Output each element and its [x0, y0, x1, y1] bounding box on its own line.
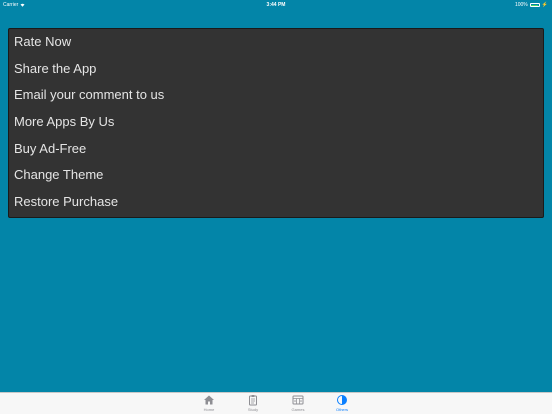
- tab-home-label: Home: [203, 407, 215, 412]
- menu-item-share-app[interactable]: Share the App: [14, 57, 96, 81]
- status-bar: Carrier 3:44 PM 100% ⚡: [0, 0, 552, 10]
- tab-others-label: Others: [335, 407, 348, 412]
- menu-item-rate-now[interactable]: Rate Now: [14, 30, 71, 54]
- tab-home[interactable]: Home: [194, 394, 224, 413]
- tab-games-label: Games: [291, 407, 305, 412]
- charging-icon: ⚡: [541, 2, 548, 8]
- menu-item-email-comment[interactable]: Email your comment to us: [14, 83, 164, 107]
- clock: 3:44 PM: [266, 2, 286, 8]
- menu-panel: Rate Now Share the App Email your commen…: [8, 28, 544, 218]
- tab-games[interactable]: Games: [283, 394, 313, 413]
- home-icon: [204, 395, 214, 405]
- battery-group: 100% ⚡: [515, 2, 548, 8]
- menu-item-more-apps[interactable]: More Apps By Us: [14, 110, 114, 134]
- menu-item-buy-ad-free[interactable]: Buy Ad-Free: [14, 137, 86, 161]
- tab-bar: Home Study Games Others: [0, 392, 552, 414]
- tab-others[interactable]: Others: [327, 394, 357, 413]
- battery-fill: [531, 4, 539, 6]
- battery-icon: [529, 3, 540, 7]
- game-icon: [292, 395, 304, 405]
- menu-item-restore-purchase[interactable]: Restore Purchase: [14, 190, 118, 214]
- tab-study-label: Study: [247, 407, 259, 412]
- clipboard-icon: [249, 395, 257, 406]
- menu-item-change-theme[interactable]: Change Theme: [14, 163, 103, 187]
- others-icon: [337, 395, 347, 405]
- battery-percent: 100%: [514, 2, 528, 8]
- tab-study[interactable]: Study: [238, 394, 268, 413]
